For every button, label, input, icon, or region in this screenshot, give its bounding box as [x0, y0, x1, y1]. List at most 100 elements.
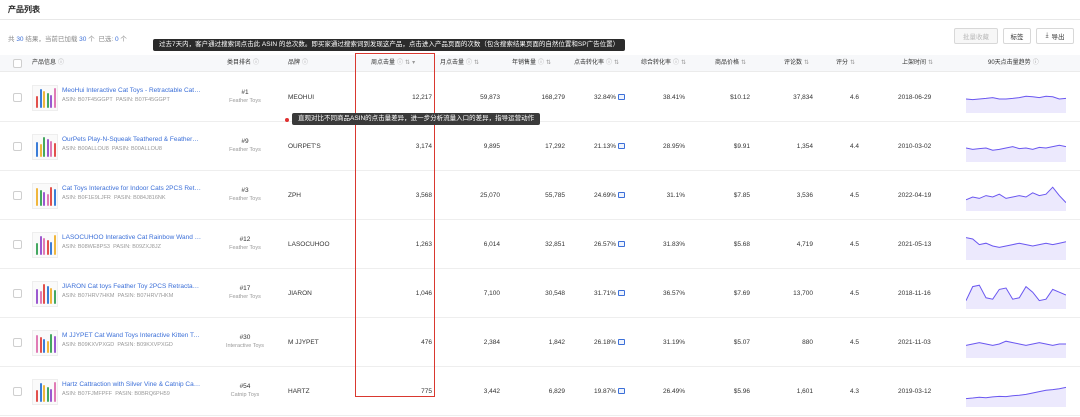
category-rank: #54 Catnip Toys	[230, 382, 260, 398]
batch-collect-button[interactable]: 批量收藏	[954, 28, 998, 44]
brand: JIARON	[288, 289, 312, 297]
help-icon: ⓘ	[606, 60, 613, 66]
monthly-clicks: 6,014	[483, 240, 500, 248]
export-button[interactable]: ⤓ 导出	[1036, 28, 1074, 44]
product-name-link[interactable]: MeoHui Interactive Cat Toys - Retractabl…	[62, 87, 202, 94]
help-icon: ⓘ	[466, 60, 473, 66]
brand: LASOCUHOO	[288, 240, 330, 248]
col-rating[interactable]: 评分 ⇅	[836, 55, 855, 72]
chart-icon[interactable]	[618, 240, 625, 247]
tag-button[interactable]: 标签	[1003, 28, 1031, 44]
trend-sparkline[interactable]	[966, 230, 1066, 260]
weekly-clicks: 775	[421, 387, 432, 395]
chart-icon[interactable]	[618, 93, 625, 100]
row-checkbox[interactable]	[13, 288, 22, 298]
product-thumbnail[interactable]	[32, 84, 58, 111]
table-row[interactable]: JIARON Cat toys Feather Toy 2PCS Retract…	[0, 269, 1080, 318]
help-icon: ⓘ	[397, 60, 404, 66]
col-ctr[interactable]: 点击转化率 ⓘ ⇅	[574, 55, 619, 72]
listing-date: 2022-04-19	[898, 191, 932, 199]
row-checkbox[interactable]	[13, 141, 22, 151]
product-thumbnail[interactable]	[32, 329, 58, 356]
col-brand[interactable]: 品牌 ⓘ	[288, 55, 308, 72]
product-thumbnail[interactable]	[32, 133, 58, 160]
product-thumbnail[interactable]	[32, 182, 58, 209]
price: $7.85	[733, 191, 750, 199]
col-weekly-clicks[interactable]: 周点击量 ⓘ ⇅ ▾	[371, 55, 415, 72]
row-checkbox[interactable]	[13, 92, 22, 102]
product-name-link[interactable]: LASOCUHOO Interactive Cat Rainbow Wand T…	[62, 234, 202, 241]
row-checkbox[interactable]	[13, 337, 22, 347]
product-name-link[interactable]: M JJYPET Cat Wand Toys Interactive Kitte…	[62, 332, 202, 339]
col-listing-date[interactable]: 上架时间 ⇅	[902, 55, 933, 72]
product-asin: ASIN: B0F1E9LJFR PASIN: B084J816NK	[62, 194, 166, 201]
sort-icon: ⇅	[614, 60, 620, 66]
product-asin: ASIN: B07F45GGPT PASIN: B07F45GGPT	[62, 96, 170, 103]
col-price[interactable]: 商品价格 ⇅	[715, 55, 746, 72]
help-icon: ⓘ	[253, 60, 260, 66]
click-conversion-rate: 31.71%	[570, 290, 625, 297]
monthly-clicks: 9,895	[483, 142, 500, 150]
product-name-link[interactable]: Hartz Cattraction with Silver Vine & Cat…	[62, 381, 202, 388]
table-row[interactable]: M JJYPET Cat Wand Toys Interactive Kitte…	[0, 318, 1080, 367]
category-rank: #1 Feather Toys	[229, 88, 261, 104]
brand: OURPET'S	[288, 142, 321, 150]
trend-sparkline[interactable]	[966, 377, 1066, 407]
column-tooltip: 过去7天内，客户通过搜索词点击此 ASIN 的总次数。即买家通过搜索词到发现这产…	[153, 39, 626, 51]
product-asin: ASIN: B00ALLOU8 PASIN: B00ALLOU8	[62, 145, 162, 152]
trend-sparkline[interactable]	[966, 328, 1066, 358]
rating: 4.5	[850, 289, 860, 297]
click-conversion-rate: 19.87%	[570, 388, 625, 395]
review-count: 1,601	[796, 387, 813, 395]
trend-sparkline[interactable]	[966, 83, 1066, 113]
product-name-link[interactable]: JIARON Cat toys Feather Toy 2PCS Retract…	[62, 283, 202, 290]
trend-sparkline[interactable]	[966, 181, 1066, 211]
overall-conversion-rate: 31.83%	[662, 240, 685, 248]
sort-icon: ⇅	[681, 60, 687, 66]
sort-icon: ⇅	[546, 60, 552, 66]
chart-icon[interactable]	[618, 387, 625, 394]
review-count: 37,834	[793, 93, 813, 101]
trend-sparkline[interactable]	[966, 132, 1066, 162]
row-checkbox[interactable]	[13, 239, 22, 249]
category-rank: #3 Feather Toys	[229, 186, 261, 202]
overall-conversion-rate: 31.19%	[662, 338, 685, 346]
product-name-link[interactable]: Cat Toys Interactive for Indoor Cats 2PC…	[62, 185, 202, 192]
product-asin: ASIN: B09KXVPXGD PASIN: B09KXVPXGD	[62, 341, 173, 348]
chart-icon[interactable]	[618, 289, 625, 296]
sort-icon: ⇅	[474, 60, 480, 66]
chart-icon[interactable]	[618, 142, 625, 149]
table-row[interactable]: OurPets Play-N-Squeak Teathered & Feathe…	[0, 122, 1080, 171]
row-checkbox[interactable]	[13, 190, 22, 200]
help-icon: ⓘ	[538, 60, 545, 66]
rating: 4.5	[850, 240, 860, 248]
product-name-link[interactable]: OurPets Play-N-Squeak Teathered & Feathe…	[62, 136, 202, 143]
select-all-checkbox[interactable]	[13, 59, 22, 68]
price: $9.91	[733, 142, 750, 150]
overall-conversion-rate: 31.1%	[666, 191, 685, 199]
help-icon: ⓘ	[1032, 60, 1039, 66]
product-thumbnail[interactable]	[32, 280, 58, 307]
table-row[interactable]: Cat Toys Interactive for Indoor Cats 2PC…	[0, 171, 1080, 220]
product-thumbnail[interactable]	[32, 231, 58, 258]
col-reviews[interactable]: 评论数 ⇅	[784, 55, 809, 72]
yearly-sales: 32,851	[545, 240, 565, 248]
table-row[interactable]: LASOCUHOO Interactive Cat Rainbow Wand T…	[0, 220, 1080, 269]
divider	[0, 19, 1080, 20]
table-row[interactable]: Hartz Cattraction with Silver Vine & Cat…	[0, 367, 1080, 416]
chart-icon[interactable]	[618, 191, 625, 198]
trend-sparkline[interactable]	[966, 279, 1066, 309]
product-thumbnail[interactable]	[32, 378, 58, 405]
weekly-clicks: 3,568	[415, 191, 432, 199]
row-checkbox[interactable]	[13, 386, 22, 396]
price: $5.96	[733, 387, 750, 395]
col-yearly-sales[interactable]: 年销售量 ⓘ ⇅	[512, 55, 551, 72]
col-rank[interactable]: 类目排名 ⓘ	[227, 55, 259, 72]
chart-icon[interactable]	[618, 338, 625, 345]
rating: 4.6	[850, 93, 860, 101]
price: $7.69	[733, 289, 750, 297]
col-cvr[interactable]: 综合转化率 ⓘ ⇅	[641, 55, 686, 72]
col-monthly-clicks[interactable]: 月点击量 ⓘ ⇅	[440, 55, 479, 72]
review-count: 880	[802, 338, 813, 346]
click-conversion-rate: 24.69%	[570, 192, 625, 199]
